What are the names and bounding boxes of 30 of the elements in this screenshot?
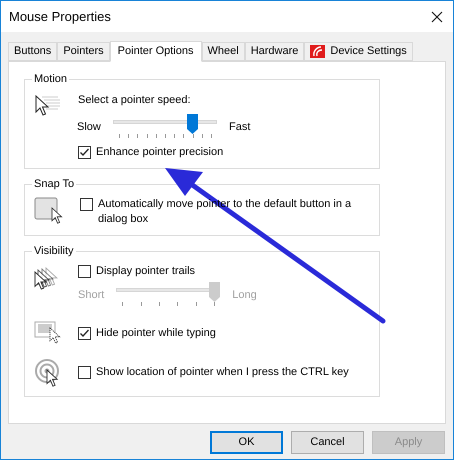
dialog-button[interactable]: OK bbox=[210, 431, 283, 454]
slow-label: Slow bbox=[77, 120, 101, 135]
speed-prompt: Select a pointer speed: bbox=[78, 93, 192, 108]
tab[interactable]: Buttons bbox=[8, 42, 58, 61]
checkbox-label: Display pointer trails bbox=[96, 264, 196, 278]
window-title: Mouse Properties bbox=[9, 8, 111, 26]
slider-thumb[interactable] bbox=[187, 114, 198, 134]
tab[interactable]: Wheel bbox=[202, 42, 245, 61]
dialog-button[interactable]: Cancel bbox=[291, 431, 364, 454]
check-icon bbox=[79, 146, 90, 158]
device-logo-icon bbox=[310, 45, 326, 58]
tab[interactable]: Pointers bbox=[57, 42, 110, 61]
tab[interactable]: Device Settings bbox=[304, 42, 413, 61]
short-label: Short bbox=[78, 288, 104, 303]
long-label: Long bbox=[232, 288, 257, 304]
check-icon bbox=[79, 328, 90, 339]
checkbox-label: Enhance pointer precision bbox=[96, 144, 224, 160]
fast-label: Fast bbox=[229, 120, 250, 136]
checkbox[interactable] bbox=[78, 366, 91, 379]
checkbox[interactable] bbox=[80, 198, 93, 210]
tab[interactable]: Pointer Options bbox=[110, 41, 202, 62]
checkbox[interactable] bbox=[78, 327, 91, 340]
checkbox-option[interactable]: Display pointer trails bbox=[78, 264, 257, 278]
checkbox[interactable] bbox=[78, 264, 91, 278]
checkbox[interactable] bbox=[78, 146, 91, 158]
group-title: Visibility bbox=[32, 244, 76, 258]
group-title: Snap To bbox=[32, 176, 76, 192]
checkbox-option[interactable]: Enhance pointer precision bbox=[78, 144, 250, 160]
tab[interactable]: Hardware bbox=[244, 42, 304, 61]
close-icon[interactable] bbox=[431, 10, 443, 22]
